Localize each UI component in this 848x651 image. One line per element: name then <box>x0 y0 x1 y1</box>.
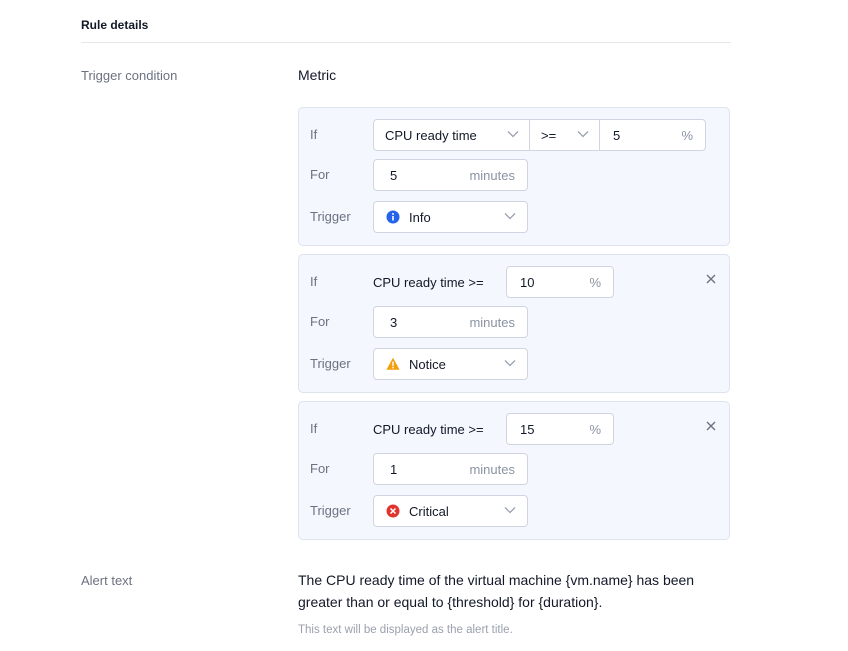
for-label: For <box>310 461 330 476</box>
threshold-value: 10 <box>520 275 535 290</box>
condition-selector: CPU ready time >= 5 % <box>373 119 706 151</box>
chevron-down-icon <box>507 131 519 138</box>
condition-block-critical: If CPU ready time >= 15 % For 1 minutes … <box>298 401 730 540</box>
metric-label: Metric <box>298 67 337 83</box>
if-label: If <box>310 421 318 436</box>
duration-input[interactable]: 1 minutes <box>373 453 528 485</box>
for-label: For <box>310 314 330 329</box>
trigger-label: Trigger <box>310 503 351 518</box>
threshold-value: 5 <box>613 128 621 143</box>
condition-text: CPU ready time >= <box>373 422 484 437</box>
duration-value: 1 <box>390 462 398 477</box>
chevron-down-icon <box>577 131 589 138</box>
severity-select[interactable]: Info <box>373 201 528 233</box>
metric-select[interactable]: CPU ready time <box>374 120 529 150</box>
duration-input[interactable]: 5 minutes <box>373 159 528 191</box>
duration-unit: minutes <box>469 168 515 183</box>
warning-icon <box>386 357 400 370</box>
threshold-input[interactable]: 15 % <box>506 413 614 445</box>
info-icon <box>386 210 400 224</box>
error-icon <box>386 504 400 518</box>
close-icon[interactable] <box>705 273 717 285</box>
severity-value: Notice <box>409 357 446 372</box>
severity-value: Critical <box>409 504 449 519</box>
duration-unit: minutes <box>469 462 515 477</box>
alert-text-hint: This text will be displayed as the alert… <box>298 624 513 636</box>
if-label: If <box>310 127 318 142</box>
condition-block-notice: If CPU ready time >= 10 % For 3 minutes … <box>298 254 730 393</box>
condition-text: CPU ready time >= <box>373 275 484 290</box>
if-label: If <box>310 274 318 289</box>
threshold-value: 15 <box>520 422 535 437</box>
severity-value: Info <box>409 210 431 225</box>
threshold-input[interactable]: 5 % <box>599 120 705 150</box>
trigger-condition-label: Trigger condition <box>81 68 178 83</box>
chevron-down-icon <box>504 507 516 514</box>
section-title: Rule details <box>81 18 149 32</box>
section-divider <box>81 42 731 43</box>
for-label: For <box>310 167 330 182</box>
severity-select[interactable]: Notice <box>373 348 528 380</box>
duration-value: 3 <box>390 315 398 330</box>
close-icon[interactable] <box>705 420 717 432</box>
operator-select-value: >= <box>541 128 557 143</box>
alert-text-label: Alert text <box>81 573 133 588</box>
duration-unit: minutes <box>469 315 515 330</box>
operator-select[interactable]: >= <box>529 120 599 150</box>
alert-text-field[interactable]: The CPU ready time of the virtual machin… <box>298 569 738 613</box>
threshold-unit: % <box>681 128 693 143</box>
threshold-input[interactable]: 10 % <box>506 266 614 298</box>
threshold-unit: % <box>589 275 601 290</box>
trigger-label: Trigger <box>310 209 351 224</box>
trigger-label: Trigger <box>310 356 351 371</box>
condition-block-info: If CPU ready time >= 5 % For 5 minutes T… <box>298 107 730 246</box>
threshold-unit: % <box>589 422 601 437</box>
chevron-down-icon <box>504 213 516 220</box>
duration-input[interactable]: 3 minutes <box>373 306 528 338</box>
chevron-down-icon <box>504 360 516 367</box>
metric-select-value: CPU ready time <box>385 128 477 143</box>
severity-select[interactable]: Critical <box>373 495 528 527</box>
duration-value: 5 <box>390 168 398 183</box>
